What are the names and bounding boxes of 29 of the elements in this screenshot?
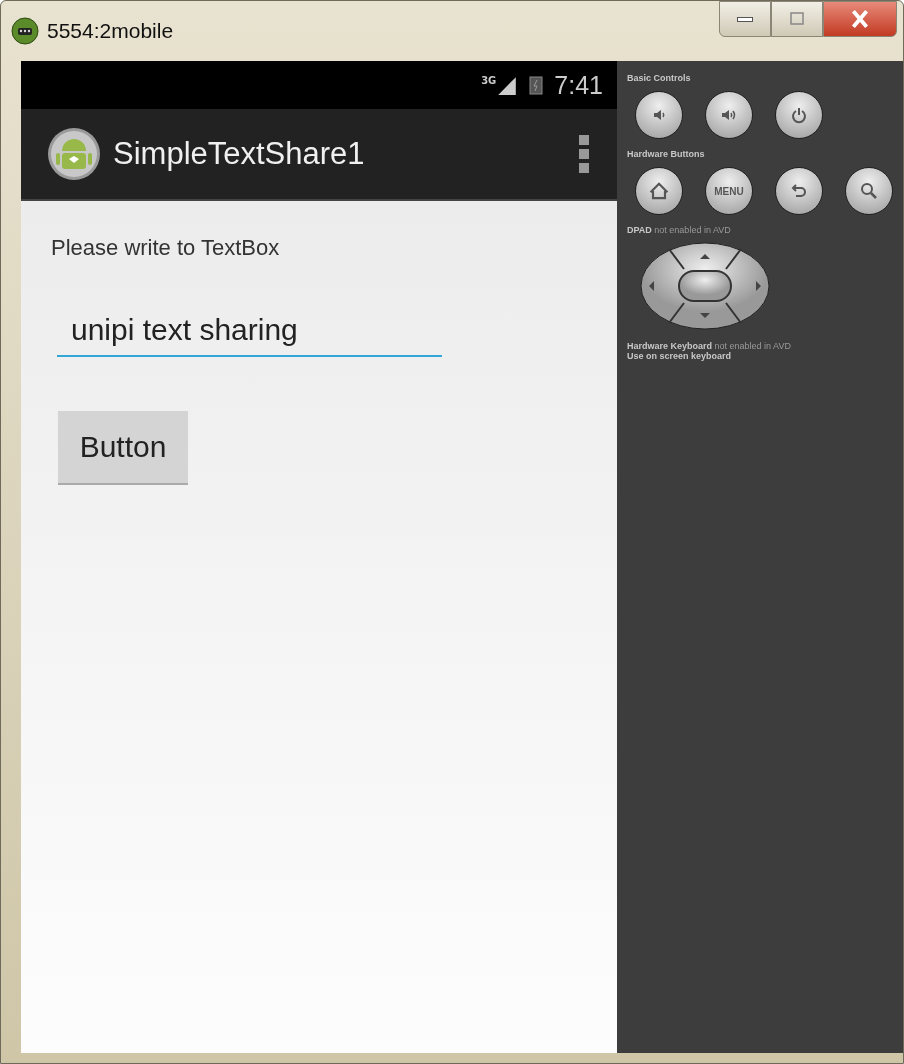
minimize-button[interactable] xyxy=(719,1,771,37)
volume-down-button[interactable] xyxy=(635,91,683,139)
clock-time: 7:41 xyxy=(554,70,603,100)
maximize-button[interactable] xyxy=(771,1,823,37)
keyboard-hint: Use on screen keyboard xyxy=(627,351,732,361)
minimize-icon xyxy=(737,16,753,22)
volume-up-button[interactable] xyxy=(705,91,753,139)
section-heading: Hardware Buttons xyxy=(627,149,705,159)
window-title: 5554:2mobile xyxy=(47,19,175,43)
home-button[interactable] xyxy=(635,167,683,215)
text-input-field[interactable]: unipi text sharing xyxy=(57,313,442,357)
menu-button[interactable]: MENU xyxy=(705,167,753,215)
overflow-menu-icon[interactable] xyxy=(579,135,589,173)
section-heading: Basic Controls xyxy=(627,73,691,83)
search-button[interactable] xyxy=(845,167,893,215)
dpad-control[interactable] xyxy=(639,241,771,331)
power-button[interactable] xyxy=(775,91,823,139)
instruction-text: Please write to TextBox xyxy=(51,235,280,261)
dpad-notice: DPAD not enabled in AVD xyxy=(627,225,731,235)
android-app-icon xyxy=(47,127,101,181)
android-emulator-icon xyxy=(11,17,39,45)
action-button[interactable]: Button xyxy=(58,411,188,485)
power-icon xyxy=(789,105,809,125)
search-icon xyxy=(859,181,879,201)
keyboard-notice: Hardware Keyboard not enabled in AVD xyxy=(627,341,791,351)
close-button[interactable] xyxy=(823,1,897,37)
app-title: SimpleTextShare1 xyxy=(113,136,366,172)
back-button[interactable] xyxy=(775,167,823,215)
network-type: 3G xyxy=(481,75,497,86)
